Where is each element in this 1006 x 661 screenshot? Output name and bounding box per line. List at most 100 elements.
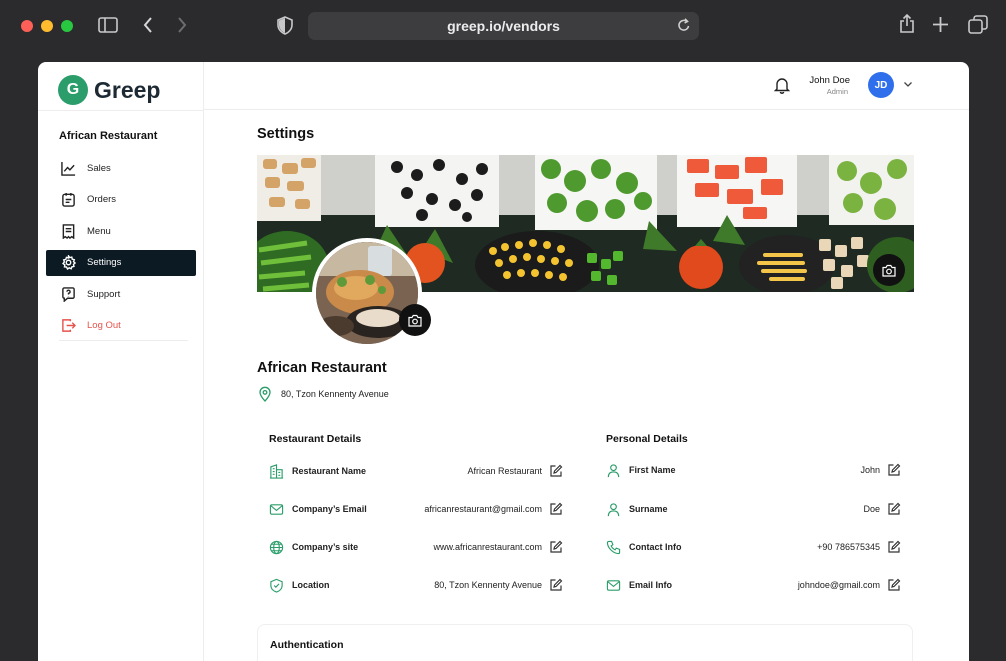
help-chat-icon [62,287,75,302]
top-bar: John Doe Admin JD [204,62,969,110]
back-icon[interactable] [142,16,154,34]
edit-icon[interactable] [887,578,901,592]
detail-value: johndoe@gmail.com [797,580,880,590]
sidebar-item-label: Sales [87,162,111,174]
sidebar-item-support[interactable]: Support [46,281,196,307]
sidebar-item-menu[interactable]: Menu [46,218,196,244]
store-name: African Restaurant [59,130,158,142]
sidebar-item-label: Support [87,288,121,300]
detail-label: Contact Info [629,542,682,552]
new-tab-icon[interactable] [932,16,949,33]
camera-icon [882,264,896,277]
user-icon [607,463,620,477]
sidebar-item-label: Menu [87,225,111,237]
detail-label: Surname [629,504,668,514]
avatar[interactable]: JD [868,72,894,98]
detail-value: John [860,465,880,475]
detail-value: Doe [863,504,880,514]
logout-icon [62,319,76,333]
edit-icon[interactable] [887,540,901,554]
sidebar-item-sales[interactable]: Sales [46,155,196,181]
divider [59,340,188,341]
mail-icon [269,503,284,515]
shield-check-icon [270,578,283,593]
detail-row-email-info: Email Info johndoe@gmail.com [606,576,901,594]
zoom-window-button[interactable] [61,20,73,32]
sidebar-nav: Sales Orders Menu Settings Support Log O… [46,155,196,345]
user-role: Admin [826,87,848,96]
logo[interactable]: G Greep [58,75,160,105]
restaurant-details-title: Restaurant Details [269,433,362,445]
tab-overview-icon[interactable] [968,15,988,34]
detail-row-first-name: First Name John [606,461,901,479]
share-icon[interactable] [898,14,916,34]
detail-value: africanrestaurant@gmail.com [424,504,542,514]
change-photo-button[interactable] [399,304,431,336]
sidebar-item-label: Orders [87,194,117,206]
building-icon [269,463,284,479]
detail-row-contact-info: Contact Info +90 786575345 [606,538,901,556]
sidebar-item-label: Settings [87,257,122,269]
bell-icon[interactable] [774,76,790,94]
clipboard-icon [62,193,75,207]
app-window: G Greep African Restaurant Sales Orders … [38,62,969,661]
detail-label: First Name [629,465,676,475]
sidebar-toggle-icon[interactable] [98,16,118,34]
phone-icon [606,540,621,554]
address-bar[interactable]: greep.io/vendors [308,12,699,40]
detail-label: Restaurant Name [292,466,367,476]
edit-icon[interactable] [549,540,563,554]
globe-icon [269,540,284,554]
edit-icon[interactable] [549,578,563,592]
forward-icon[interactable] [176,16,188,34]
detail-row-restaurant-name: Restaurant Name African Restaurant [269,462,563,480]
authentication-card: Authentication [257,624,913,661]
browser-chrome: greep.io/vendors [0,0,1006,52]
address-text: 80, Tzon Kennenty Avenue [281,389,389,399]
page-title: Settings [257,126,315,142]
restaurant-name: African Restaurant [257,360,387,376]
sidebar-item-label: Log Out [87,320,121,332]
detail-row-company-site: Company’s site www.africanrestaurant.com [269,538,563,556]
user-icon [607,502,620,516]
minimize-window-button[interactable] [41,20,53,32]
camera-icon [408,314,422,327]
mail-icon [606,579,621,591]
restaurant-address: 80, Tzon Kennenty Avenue [257,386,389,402]
detail-row-surname: Surname Doe [606,500,901,518]
edit-icon[interactable] [887,502,901,516]
detail-label: Company’s site [292,542,359,552]
sidebar: G Greep African Restaurant Sales Orders … [38,62,204,661]
url-text: greep.io/vendors [447,18,560,34]
detail-label: Company’s Email [292,504,367,514]
personal-details-title: Personal Details [606,433,688,445]
shield-privacy-icon[interactable] [277,16,293,35]
edit-icon[interactable] [549,502,563,516]
edit-icon[interactable] [549,464,563,478]
change-cover-button[interactable] [873,254,905,286]
sidebar-item-orders[interactable]: Orders [46,187,196,213]
logo-text: Greep [94,76,161,103]
authentication-title: Authentication [270,639,344,651]
gear-icon [62,255,76,271]
user-name: John Doe [809,75,850,86]
sidebar-item-logout[interactable]: Log Out [46,313,196,339]
chart-line-icon [61,161,76,176]
location-pin-icon [259,386,271,402]
detail-row-location: Location 80, Tzon Kennenty Avenue [269,576,563,594]
detail-value: 80, Tzon Kennenty Avenue [434,580,542,590]
detail-value: www.africanrestaurant.com [433,542,542,552]
sidebar-item-settings[interactable]: Settings [46,249,196,276]
logo-mark: G [58,75,88,105]
detail-label: Email Info [629,580,673,590]
divider [38,110,204,111]
receipt-icon [62,223,75,239]
detail-label: Location [292,580,330,590]
edit-icon[interactable] [887,463,901,477]
detail-row-company-email: Company’s Email africanrestaurant@gmail.… [269,500,563,518]
reload-icon[interactable] [677,17,691,33]
detail-value: +90 786575345 [817,542,880,552]
chevron-down-icon[interactable] [903,79,913,89]
close-window-button[interactable] [21,20,33,32]
detail-value: African Restaurant [467,466,542,476]
